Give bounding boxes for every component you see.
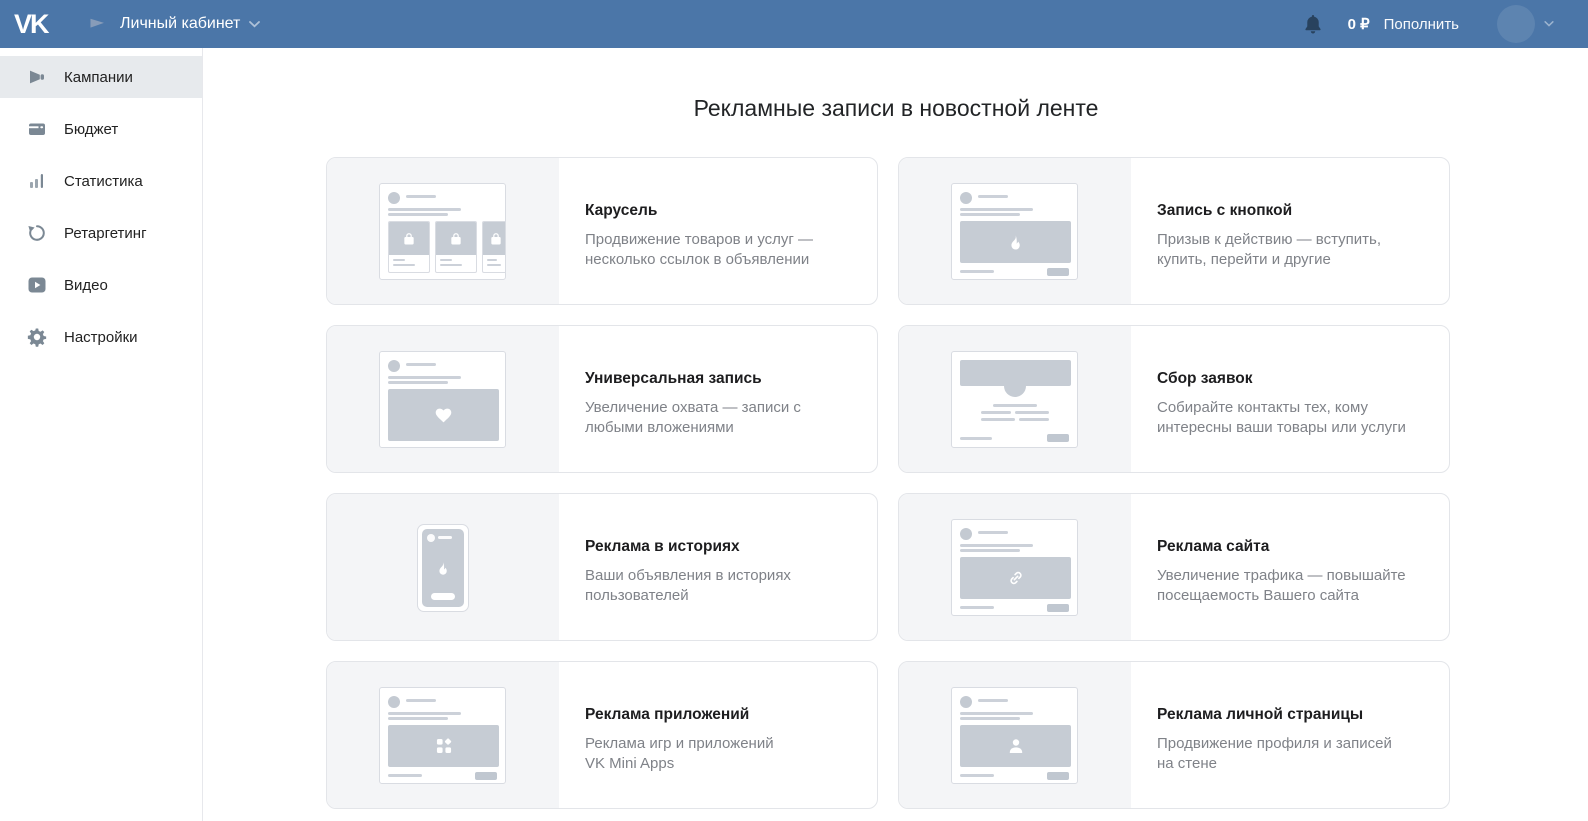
card-description: Ваши объявления в историях пользователей xyxy=(585,567,791,604)
sidebar-item-label: Бюджет xyxy=(64,120,119,138)
ad-format-card-personal-page[interactable]: Реклама личной страницы Продвижение проф… xyxy=(898,661,1450,809)
wallet-icon xyxy=(29,123,45,135)
page-title: Рекламные записи в новостной ленте xyxy=(693,95,1099,121)
chevron-down-icon xyxy=(249,20,261,28)
sidebar-item-label: Настройки xyxy=(64,328,138,346)
sidebar-item-label: Кампании xyxy=(64,68,133,86)
ad-format-card-apps[interactable]: Реклама приложений Реклама игр и приложе… xyxy=(326,661,878,809)
card-description: Собирайте контакты тех, кому интересны в… xyxy=(1157,399,1406,436)
card-description: Увеличение трафика — повышайте посещаемо… xyxy=(1157,567,1406,604)
sidebar-item-label: Статистика xyxy=(64,172,143,190)
gear-icon xyxy=(27,328,47,347)
vk-logo[interactable]: VK xyxy=(14,9,62,40)
ad-format-card-stories[interactable]: Реклама в историях Ваши объявления в ист… xyxy=(326,493,878,641)
person-icon xyxy=(1009,739,1022,753)
flag-icon xyxy=(88,15,107,34)
mini-apps-icon xyxy=(436,738,451,754)
workspace-dropdown[interactable]: Личный кабинет xyxy=(120,15,261,33)
sidebar-item-video[interactable]: Видео xyxy=(0,264,202,306)
carousel-post-illustration xyxy=(327,158,559,304)
post-heart-illustration xyxy=(327,326,559,472)
shopping-bag-icon xyxy=(491,232,501,244)
bell-icon[interactable] xyxy=(1302,13,1324,35)
sidebar-item-label: Ретаргетинг xyxy=(64,224,147,242)
avatar[interactable] xyxy=(1497,5,1535,43)
story-phone-illustration xyxy=(327,494,559,640)
video-icon xyxy=(28,277,46,293)
card-title: Универсальная запись xyxy=(585,370,762,387)
sidebar-item-budget[interactable]: Бюджет xyxy=(0,108,202,150)
ad-format-card-lead-form[interactable]: Сбор заявок Собирайте контакты тех, кому… xyxy=(898,325,1450,473)
lead-form-illustration xyxy=(899,326,1131,472)
balance-amount: 0 ₽ xyxy=(1347,16,1370,33)
ad-format-card-post-with-button[interactable]: Запись с кнопкой Призыв к действию — вст… xyxy=(898,157,1450,305)
ad-format-card-carousel[interactable]: Карусель Продвижение товаров и услуг — н… xyxy=(326,157,878,305)
megaphone-icon xyxy=(30,70,44,84)
card-description: Продвижение профиля и записей на стене xyxy=(1157,735,1392,772)
card-description: Увеличение охвата — записи с любыми влож… xyxy=(585,399,801,436)
ad-format-grid: Карусель Продвижение товаров и услуг — н… xyxy=(326,157,1450,809)
card-title: Сбор заявок xyxy=(1157,370,1253,387)
card-description: Призыв к действию — вступить, купить, пе… xyxy=(1157,231,1381,268)
card-title: Реклама сайта xyxy=(1157,538,1270,555)
card-description: Реклама игр и приложений VK Mini Apps xyxy=(585,735,774,772)
card-title: Запись с кнопкой xyxy=(1157,202,1293,219)
sidebar-item-campaigns[interactable]: Кампании xyxy=(0,56,202,98)
chevron-down-icon[interactable] xyxy=(1544,21,1554,27)
heart-icon xyxy=(435,408,452,422)
ad-format-card-website[interactable]: Реклама сайта Увеличение трафика — повыш… xyxy=(898,493,1450,641)
undo-arrow-icon xyxy=(28,225,45,241)
sidebar-item-label: Видео xyxy=(64,276,108,294)
post-button-illustration xyxy=(899,158,1131,304)
sidebar-item-settings[interactable]: Настройки xyxy=(0,316,202,358)
flame-icon xyxy=(439,562,447,575)
shopping-bag-icon xyxy=(451,232,461,244)
card-title: Реклама личной страницы xyxy=(1157,706,1364,723)
card-description: Продвижение товаров и услуг — несколько … xyxy=(585,231,814,268)
top-bar: VK Личный кабинет 0 ₽ Пополнить xyxy=(0,0,1588,48)
workspace-label: Личный кабинет xyxy=(120,15,241,32)
shopping-bag-icon xyxy=(404,232,414,244)
link-icon xyxy=(1009,571,1022,585)
main-content: Рекламные записи в новостной ленте Карус… xyxy=(204,95,1588,809)
sidebar-item-statistics[interactable]: Статистика xyxy=(0,160,202,202)
card-title: Реклама приложений xyxy=(585,706,750,723)
post-apps-illustration xyxy=(327,662,559,808)
sidebar: Кампании Бюджет Статистика Ретаргетинг В… xyxy=(0,48,203,821)
flame-icon xyxy=(1011,234,1020,250)
topup-button[interactable]: Пополнить xyxy=(1384,16,1459,33)
post-link-illustration xyxy=(899,494,1131,640)
card-title: Карусель xyxy=(585,202,658,219)
sidebar-item-retargeting[interactable]: Ретаргетинг xyxy=(0,212,202,254)
ad-format-card-universal-post[interactable]: Универсальная запись Увеличение охвата —… xyxy=(326,325,878,473)
bar-chart-icon xyxy=(30,174,43,188)
card-title: Реклама в историях xyxy=(585,538,740,555)
post-person-illustration xyxy=(899,662,1131,808)
